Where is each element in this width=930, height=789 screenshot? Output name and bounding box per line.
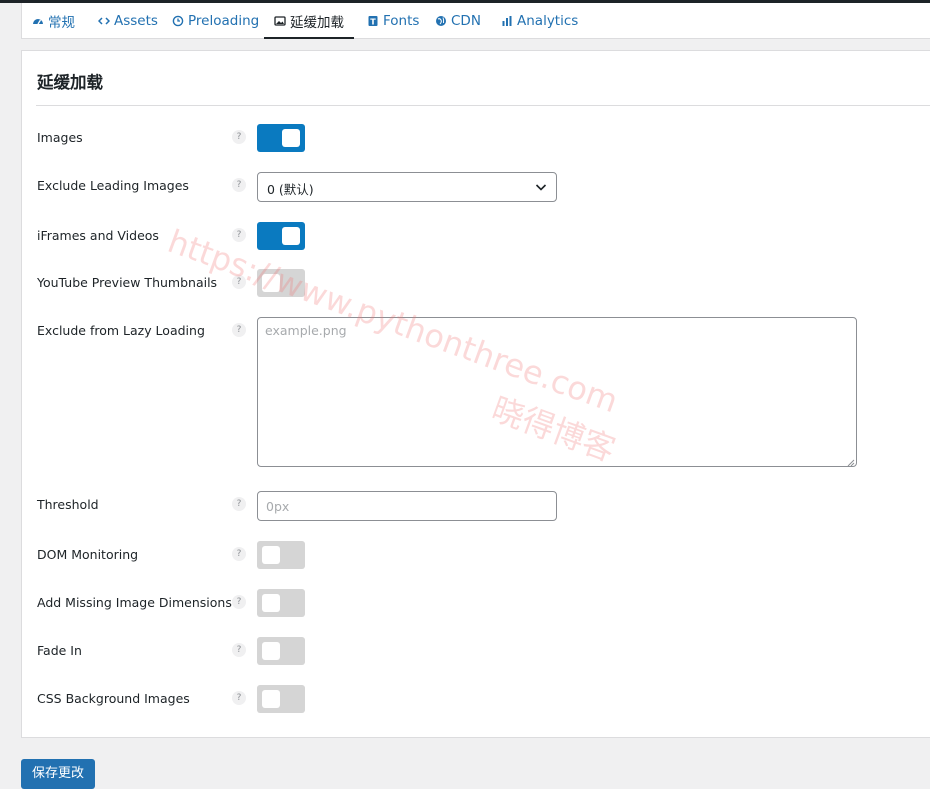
help-icon[interactable]: ?	[232, 178, 246, 192]
help-icon[interactable]: ?	[232, 547, 246, 561]
exclude-lazy-loading-textarea[interactable]: example.png	[257, 317, 857, 467]
panel-title: 延缓加载	[37, 73, 103, 92]
help-icon[interactable]: ?	[232, 323, 246, 337]
toggle-knob	[282, 227, 300, 245]
exclude-leading-images-select[interactable]: 0 (默认)	[257, 172, 557, 202]
toggle-knob	[262, 546, 280, 564]
tab-label: CDN	[451, 12, 481, 29]
tab-label: Assets	[114, 12, 158, 29]
help-icon[interactable]: ?	[232, 691, 246, 705]
images-label: Images	[37, 130, 83, 145]
bar-chart-icon	[501, 15, 513, 27]
chevron-down-icon	[534, 180, 548, 194]
help-icon[interactable]: ?	[232, 130, 246, 144]
missing-dimensions-toggle[interactable]	[257, 589, 305, 617]
tab-general[interactable]: 常规	[32, 3, 75, 38]
toggle-knob	[282, 129, 300, 147]
css-background-images-toggle[interactable]	[257, 685, 305, 713]
code-icon	[98, 15, 110, 27]
youtube-thumbnails-toggle[interactable]	[257, 269, 305, 297]
toggle-knob	[262, 274, 280, 292]
help-icon[interactable]: ?	[232, 228, 246, 242]
toggle-knob	[262, 642, 280, 660]
iframes-videos-label: iFrames and Videos	[37, 228, 159, 243]
tab-label: Analytics	[517, 12, 579, 29]
tab-label: 常规	[48, 14, 75, 31]
missing-dimensions-label: Add Missing Image Dimensions	[37, 595, 232, 610]
tab-fonts[interactable]: T Fonts	[367, 3, 419, 38]
fade-in-label: Fade In	[37, 643, 82, 658]
tab-cdn[interactable]: CDN	[435, 3, 481, 38]
dom-monitoring-label: DOM Monitoring	[37, 547, 139, 562]
settings-tab-bar: 常规 Assets Preloading 延缓加载 T Fonts CDN An…	[21, 3, 930, 39]
images-toggle[interactable]	[257, 124, 305, 152]
youtube-thumbnails-label: YouTube Preview Thumbnails	[37, 275, 218, 290]
css-background-images-label: CSS Background Images	[37, 691, 190, 706]
toggle-knob	[262, 594, 280, 612]
tab-label: Preloading	[188, 12, 260, 29]
tab-lazy-loading[interactable]: 延缓加载	[264, 3, 354, 39]
dashboard-icon	[32, 15, 44, 27]
divider	[36, 105, 930, 106]
font-icon: T	[367, 15, 379, 27]
textarea-placeholder: example.png	[265, 323, 347, 338]
select-value: 0 (默认)	[267, 182, 314, 197]
threshold-input[interactable]: 0px	[257, 491, 557, 521]
input-placeholder: 0px	[266, 499, 290, 514]
threshold-label: Threshold	[37, 497, 99, 512]
help-icon[interactable]: ?	[232, 595, 246, 609]
help-icon[interactable]: ?	[232, 275, 246, 289]
tab-label: 延缓加载	[290, 14, 344, 31]
tab-analytics[interactable]: Analytics	[501, 3, 578, 38]
image-icon	[274, 15, 286, 27]
tab-assets[interactable]: Assets	[98, 3, 158, 38]
help-icon[interactable]: ?	[232, 643, 246, 657]
svg-text:T: T	[370, 17, 376, 26]
iframes-videos-toggle[interactable]	[257, 222, 305, 250]
exclude-leading-images-label: Exclude Leading Images	[37, 178, 189, 193]
fade-in-toggle[interactable]	[257, 637, 305, 665]
resize-grip-icon[interactable]	[846, 456, 855, 467]
dom-monitoring-toggle[interactable]	[257, 541, 305, 569]
clock-icon	[172, 15, 184, 27]
tab-preloading[interactable]: Preloading	[172, 3, 259, 38]
help-icon[interactable]: ?	[232, 497, 246, 511]
globe-icon	[435, 15, 447, 27]
tab-label: Fonts	[383, 12, 420, 29]
exclude-lazy-loading-label: Exclude from Lazy Loading	[37, 323, 205, 338]
toggle-knob	[262, 690, 280, 708]
lazy-loading-panel: 延缓加载 Images ? Exclude Leading Images ? 0…	[21, 50, 930, 738]
